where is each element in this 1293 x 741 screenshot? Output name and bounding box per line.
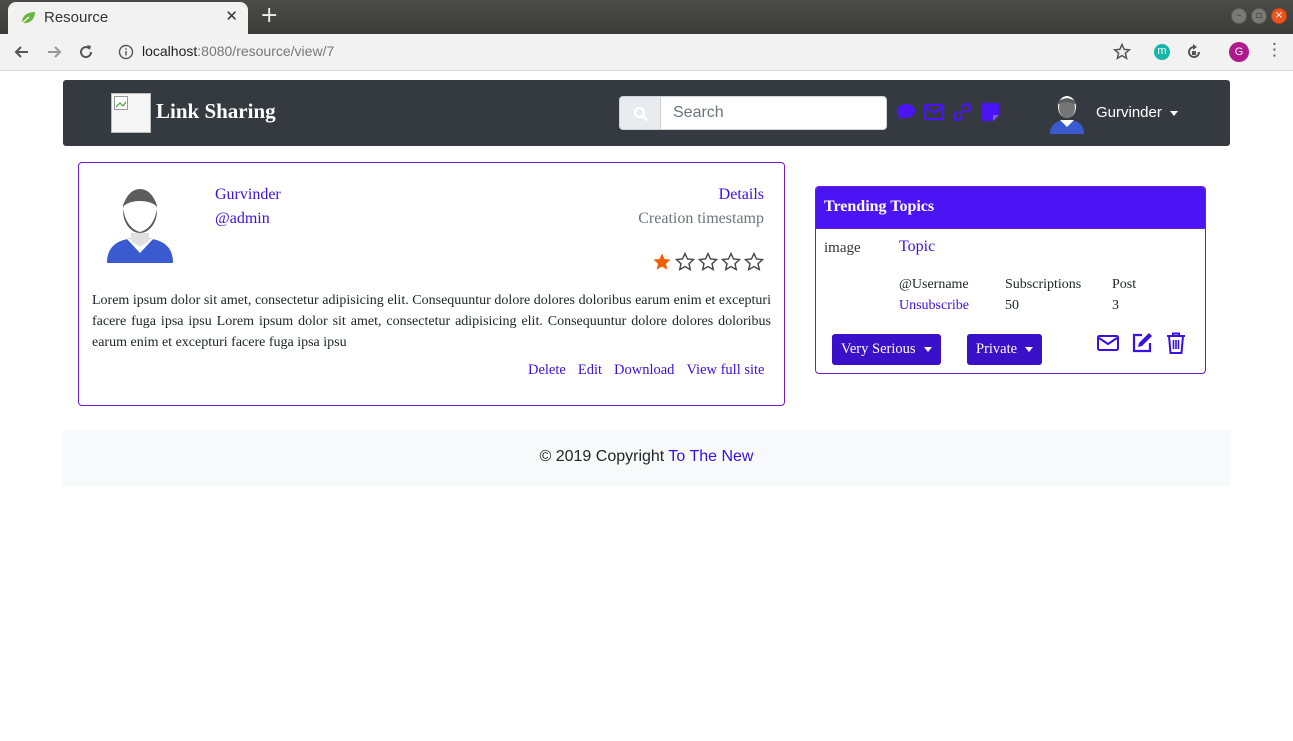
star-empty-icon[interactable] [675,252,695,272]
browser-toolbar: localhost:8080/resource/view/7 [0,34,1293,71]
caret-down-icon [1025,347,1034,353]
user-menu-dropdown[interactable]: Gurvinder [1096,104,1178,121]
creation-timestamp: Creation timestamp [638,210,764,227]
brand-logo-broken-image[interactable] [111,93,151,133]
trash-icon[interactable] [1164,331,1188,355]
resource-author-name[interactable]: Gurvinder [215,186,281,204]
link-icon[interactable] [951,101,973,123]
browser-tab[interactable]: Resource ✕ [8,2,248,34]
info-icon[interactable] [118,44,134,60]
user-avatar[interactable] [1048,92,1086,134]
minimize-icon[interactable]: – [1231,8,1247,24]
profile-avatar[interactable]: G [1229,42,1249,62]
url-path: :8080/resource/view/7 [197,43,335,59]
search-button[interactable] [619,96,661,130]
forward-icon[interactable] [44,42,64,62]
url-text: localhost:8080/resource/view/7 [142,43,334,59]
view-full-site-link[interactable]: View full site [686,362,764,379]
broken-image-icon [114,96,128,110]
topic-actions [1096,331,1188,355]
resource-description: Lorem ipsum dolor sit amet, consectetur … [92,293,771,350]
browser-tab-bar: Resource ✕ + – ▫ × [0,0,1293,34]
brand-title[interactable]: Link Sharing [156,99,276,124]
delete-link[interactable]: Delete [528,362,566,379]
search-icon [633,106,649,122]
app-navbar: Link Sharing Search Gurvinder [63,80,1230,146]
copyright-text: © 2019 Copyright [539,448,665,465]
trending-topics-card: Trending Topics image Topic @Username Un… [815,186,1206,374]
page-footer: © 2019 Copyright To The New [63,430,1230,486]
topic-image-broken: image [824,240,861,256]
chat-icon[interactable] [895,101,917,123]
visibility-dropdown[interactable]: Private [967,334,1043,365]
maximize-icon[interactable]: ▫ [1251,8,1267,24]
resource-actions: Delete Edit Download View full site [528,362,765,379]
tab-title: Resource [44,9,109,26]
visibility-label: Private [976,341,1018,357]
envelope-icon[interactable] [923,101,945,123]
search-input[interactable] [660,96,887,130]
topic-link[interactable]: Topic [899,238,935,256]
download-link[interactable]: Download [614,362,674,379]
tab-close-icon[interactable]: ✕ [225,7,238,25]
details-link[interactable]: Details [719,186,764,204]
search-group [619,96,887,130]
company-link[interactable]: To The New [668,448,753,465]
url-host: localhost [142,43,198,59]
topic-user-column: @Username Unsubscribe [899,274,969,316]
topic-username: @Username [899,277,969,292]
resource-author-handle[interactable]: @admin [215,210,270,228]
caret-down-icon [923,347,932,353]
subscriptions-column: Subscriptions 50 [1005,274,1081,316]
edit-link[interactable]: Edit [578,362,602,379]
trending-topics-header: Trending Topics [816,187,1205,229]
unsubscribe-link[interactable]: Unsubscribe [899,295,969,316]
star-empty-icon[interactable] [721,252,741,272]
address-bar[interactable]: localhost:8080/resource/view/7 [108,37,1148,67]
rating-stars [652,252,764,272]
subscriptions-value: 50 [1005,298,1019,313]
author-avatar [107,189,173,263]
subscriptions-label: Subscriptions [1005,277,1082,292]
new-tab-button[interactable]: + [260,3,278,28]
note-icon[interactable] [979,101,1001,123]
browser-menu-icon[interactable]: ⋮ [1266,40,1283,60]
post-column: Post 3 [1112,274,1136,316]
star-empty-icon[interactable] [744,252,764,272]
leaf-favicon-icon [20,12,35,25]
seriousness-dropdown[interactable]: Very Serious [832,334,941,365]
window-close-icon[interactable]: × [1271,8,1287,24]
star-empty-icon[interactable] [698,252,718,272]
post-label: Post [1112,277,1137,292]
window-controls: – ▫ × [1231,8,1287,24]
edit-icon[interactable] [1130,331,1154,355]
sync-extension-icon[interactable] [1184,42,1204,62]
envelope-icon[interactable] [1096,331,1120,355]
caret-down-icon [1169,110,1178,116]
nav-icon-group [895,101,1001,123]
star-filled-icon[interactable] [652,252,672,272]
extension-m-icon[interactable]: m [1154,44,1170,60]
resource-card: Gurvinder @admin Details Creation timest… [78,162,785,406]
back-icon[interactable] [12,42,32,62]
user-menu-label: Gurvinder [1096,104,1162,121]
post-value: 3 [1112,298,1119,313]
bookmark-star-icon[interactable] [1112,42,1132,62]
seriousness-label: Very Serious [841,341,916,357]
reload-icon[interactable] [76,42,96,62]
